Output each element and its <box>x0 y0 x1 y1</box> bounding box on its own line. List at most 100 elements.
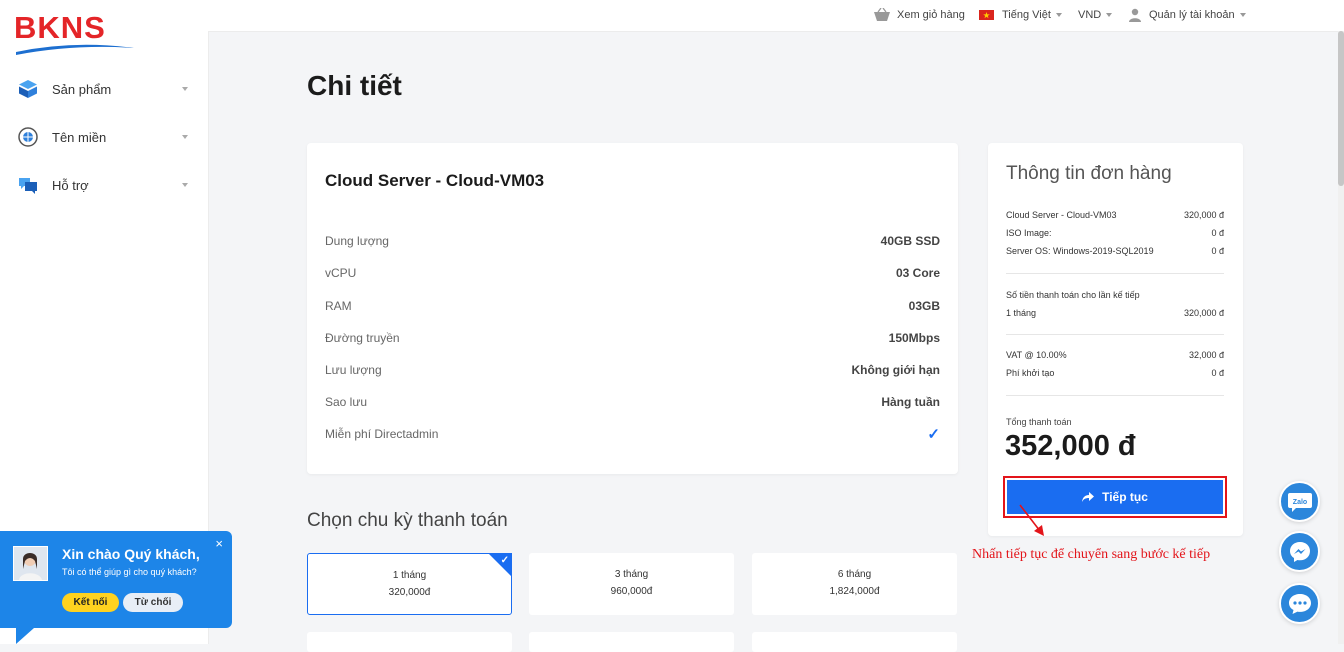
sidebar-item-products[interactable]: Sản phẩm <box>16 74 192 104</box>
spec-key: Lưu lượng <box>325 363 382 377</box>
spec-key: Sao lưu <box>325 395 368 409</box>
check-icon: ✓ <box>927 426 940 443</box>
user-icon <box>1129 8 1141 22</box>
billing-option-1-month[interactable]: 1 tháng 320,000đ ✓ <box>307 553 512 615</box>
spec-row: Lưu lượng Không giới hạn <box>325 360 940 380</box>
zalo-text: Zalo <box>1292 499 1306 506</box>
share-arrow-icon <box>1082 492 1095 502</box>
spec-value: 03 Core <box>895 266 940 280</box>
chat-question: Tôi có thể giúp gì cho quý khách? <box>62 567 197 577</box>
spec-key: Đường truyền <box>325 331 400 345</box>
order-line-label: ISO Image: <box>1006 228 1052 238</box>
billing-option-price: 960,000đ <box>610 586 653 597</box>
spec-row: Dung lượng 40GB SSD <box>325 231 940 251</box>
chevron-down-icon <box>1239 13 1246 17</box>
messenger-button[interactable] <box>1279 531 1320 572</box>
order-line-amount: 320,000 đ <box>1183 210 1224 220</box>
chevron-down-icon <box>182 183 188 187</box>
sidebar-item-label: Hỗ trợ <box>52 177 89 193</box>
annotation-arrow-icon <box>1019 504 1044 536</box>
divider <box>1006 395 1224 396</box>
vat-line: VAT @ 10.00% 32,000 đ <box>1006 350 1224 360</box>
logo-swoosh <box>16 44 134 55</box>
setup-fee-line: Phí khởi tạo 0 đ <box>1006 368 1224 378</box>
basket-icon <box>874 8 890 21</box>
billing-option-label: 6 tháng <box>837 569 872 580</box>
chat-bubble-icon <box>1288 593 1311 614</box>
bkns-logo[interactable]: BKNS <box>14 10 136 55</box>
chat-decline-button[interactable]: Từ chối <box>123 593 183 612</box>
vietnam-flag-icon <box>979 10 994 20</box>
chat-connect-button[interactable]: Kết nối <box>62 593 119 612</box>
next-payment-heading: Số tiền thanh toán cho lần kế tiếp <box>1006 290 1224 300</box>
sidebar-item-label: Tên miền <box>52 129 107 145</box>
total-label: Tổng thanh toán <box>1006 417 1072 427</box>
chevron-down-icon <box>182 87 188 91</box>
divider <box>1006 334 1224 335</box>
spec-key: Dung lượng <box>325 234 389 248</box>
agent-avatar <box>13 546 48 581</box>
billing-option-label: 3 tháng <box>614 569 649 580</box>
spec-row: Đường truyền 150Mbps <box>325 328 940 348</box>
cart-label: Xem giỏ hàng <box>897 9 965 21</box>
order-title: Thông tin đơn hàng <box>1006 163 1172 184</box>
account-label: Quản lý tài khoản <box>1149 9 1235 21</box>
product-detail-card: Cloud Server - Cloud-VM03 Dung lượng 40GB… <box>307 143 958 474</box>
page-title: Chi tiết <box>307 70 402 101</box>
check-icon: ✓ <box>500 555 509 566</box>
sidebar-item-domains[interactable]: Tên miền <box>16 122 192 152</box>
vat-amount: 32,000 đ <box>1188 350 1224 360</box>
cart-link[interactable]: Xem giỏ hàng <box>873 0 965 30</box>
spec-row: Sao lưu Hàng tuần <box>325 392 940 412</box>
order-line: Server OS: Windows-2019-SQL2019 0 đ <box>1006 246 1224 256</box>
spec-row: RAM 03GB <box>325 296 940 316</box>
billing-option-more[interactable] <box>752 632 957 652</box>
scrollbar-thumb[interactable] <box>1338 31 1344 186</box>
live-chat-button[interactable] <box>1279 583 1320 624</box>
spec-row: Miễn phí Directadmin ✓ <box>325 424 940 444</box>
chat-greeting: Xin chào Quý khách, <box>62 546 200 562</box>
order-line-label: Cloud Server - Cloud-VM03 <box>1006 210 1117 220</box>
sidebar-item-support[interactable]: Hỗ trợ <box>16 170 192 200</box>
billing-option-more[interactable] <box>307 632 512 652</box>
order-line-amount: 0 đ <box>1211 246 1224 256</box>
spec-key: Miễn phí Directadmin <box>325 427 439 441</box>
chevron-down-icon <box>1055 13 1062 17</box>
billing-option-3-months[interactable]: 3 tháng 960,000đ <box>529 553 734 615</box>
next-payment-period: 1 tháng <box>1006 308 1037 318</box>
billing-option-6-months[interactable]: 6 tháng 1,824,000đ <box>752 553 957 615</box>
next-payment-amount: 320,000 đ <box>1183 308 1224 318</box>
page-scrollbar[interactable] <box>1338 31 1344 644</box>
zalo-icon: Zalo <box>1287 492 1312 512</box>
close-icon[interactable]: × <box>215 536 223 551</box>
language-dropdown[interactable]: Tiếng Việt <box>979 0 1062 30</box>
billing-option-label: 1 tháng <box>392 570 427 581</box>
order-summary-card: Thông tin đơn hàng Cloud Server - Cloud-… <box>988 143 1243 536</box>
billing-option-more[interactable] <box>529 632 734 652</box>
spec-value: Hàng tuần <box>881 395 940 409</box>
billing-option-price: 320,000đ <box>388 587 431 598</box>
spec-row: vCPU 03 Core <box>325 263 940 283</box>
spec-value: 03GB <box>908 299 940 313</box>
language-label: Tiếng Việt <box>1002 9 1051 21</box>
sidebar-item-label: Sản phẩm <box>52 81 112 97</box>
logo-text: BKNS <box>14 10 106 45</box>
globe-icon <box>16 125 40 149</box>
continue-label: Tiếp tục <box>1102 490 1148 504</box>
top-bar: Xem giỏ hàng Tiếng Việt VND Quản lý tài … <box>208 0 1344 32</box>
spec-value: 150Mbps <box>888 331 940 345</box>
chat-popup-tail <box>16 628 34 644</box>
product-name: Cloud Server - Cloud-VM03 <box>325 171 545 190</box>
chevron-down-icon <box>1106 13 1113 17</box>
billing-cycle-title: Chọn chu kỳ thanh toán <box>307 510 508 531</box>
next-payment-label: Số tiền thanh toán cho lần kế tiếp <box>1006 290 1140 300</box>
messenger-icon <box>1289 541 1310 562</box>
account-dropdown[interactable]: Quản lý tài khoản <box>1128 0 1246 30</box>
currency-dropdown[interactable]: VND <box>1078 0 1113 30</box>
box-icon <box>16 77 40 101</box>
total-amount: 352,000 đ <box>1005 430 1136 462</box>
spec-value: 40GB SSD <box>880 234 940 248</box>
order-line: Cloud Server - Cloud-VM03 320,000 đ <box>1006 210 1224 220</box>
setup-fee-amount: 0 đ <box>1211 368 1224 378</box>
zalo-button[interactable]: Zalo <box>1279 481 1320 522</box>
